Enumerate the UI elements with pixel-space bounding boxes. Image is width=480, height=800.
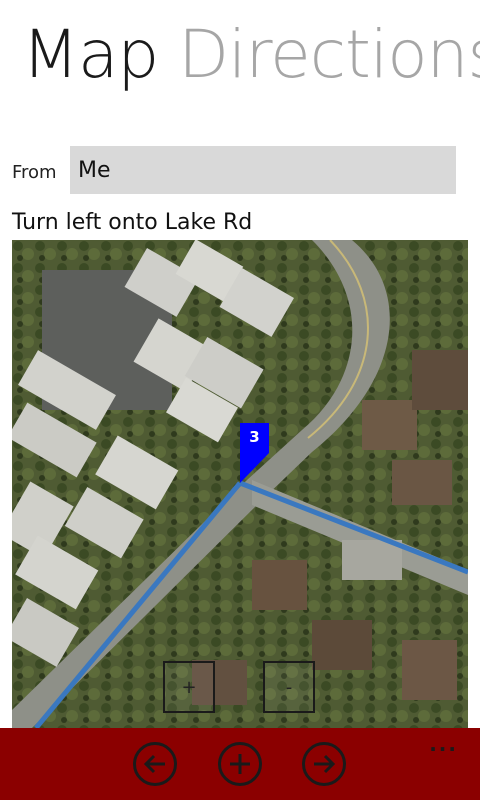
- pivot-item-map[interactable]: Map: [22, 16, 159, 93]
- previous-step-button[interactable]: [133, 742, 177, 786]
- add-button[interactable]: [218, 742, 262, 786]
- arrow-right-icon: [314, 754, 336, 774]
- route-instruction: Turn left onto Lake Rd: [12, 210, 253, 235]
- waypoint-number: 3: [249, 428, 260, 446]
- aerial-map-image: [12, 240, 468, 728]
- plus-icon: [230, 754, 250, 774]
- app-bar: ...: [0, 728, 480, 800]
- pivot-item-directions[interactable]: Directions: [178, 16, 480, 93]
- more-options-button[interactable]: ...: [429, 732, 458, 756]
- from-label: From: [12, 162, 57, 183]
- zoom-out-button[interactable]: -: [263, 661, 315, 713]
- zoom-in-button[interactable]: +: [163, 661, 215, 713]
- next-step-button[interactable]: [302, 742, 346, 786]
- map-view[interactable]: [12, 240, 468, 728]
- from-input[interactable]: [70, 146, 456, 194]
- directions-screen: MapDirections From Turn left onto Lake R…: [0, 0, 480, 800]
- arrow-left-icon: [143, 754, 165, 774]
- pivot-header: Map Directions: [22, 22, 480, 88]
